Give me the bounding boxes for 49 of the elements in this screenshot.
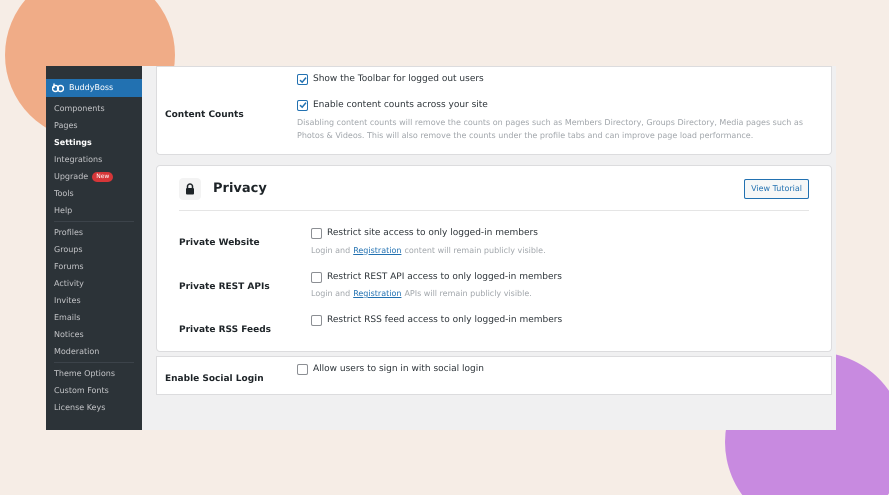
checkbox[interactable] [297, 100, 308, 111]
setting-label: Private REST APIs [179, 282, 270, 292]
registration-link[interactable]: Registration [353, 244, 402, 256]
sidebar-item[interactable]: Settings [54, 136, 92, 148]
note-text: Login and [311, 288, 350, 300]
sidebar-item[interactable]: Theme Options [54, 368, 116, 380]
sidebar-item[interactable]: Help [54, 204, 72, 216]
check-icon [298, 76, 306, 84]
checkbox-label: Restrict REST API access to only logged-in members [327, 270, 562, 284]
setting-label: Content Counts [165, 110, 244, 120]
sidebar-item[interactable]: Pages [54, 120, 78, 132]
view-tutorial-button[interactable]: View Tutorial [744, 179, 809, 199]
checkbox-label: Enable content counts across your site [313, 98, 488, 112]
sidebar-brand[interactable]: BuddyBoss [46, 79, 142, 97]
checkbox-label: Restrict site access to only logged-in members [327, 227, 538, 240]
sidebar-item[interactable]: Emails [54, 312, 80, 324]
sidebar-item[interactable]: Activity [54, 278, 84, 290]
setting-label: Private Website [179, 238, 260, 248]
sidebar-item[interactable]: License Keys [54, 402, 106, 414]
check-icon [298, 101, 306, 110]
setting-label: Private RSS Feeds [179, 325, 272, 335]
sidebar-item[interactable]: Profiles [54, 226, 84, 238]
sidebar-item[interactable]: Tools [54, 188, 74, 200]
checkbox[interactable] [311, 228, 322, 240]
sidebar-item[interactable]: Forums [54, 260, 84, 272]
checkbox[interactable] [311, 272, 322, 283]
note-text: Login and [311, 244, 350, 256]
registration-link[interactable]: Registration [353, 288, 402, 300]
checkbox[interactable] [297, 364, 308, 376]
sidebar-item[interactable]: Custom Fonts [54, 384, 109, 396]
sidebar-item[interactable]: Integrations [54, 154, 102, 166]
sidebar-item[interactable]: Notices [54, 328, 84, 340]
checkbox-label: Allow users to sign in with social login [313, 363, 484, 376]
section-title: Privacy [213, 180, 267, 198]
sidebar-item[interactable]: Components [54, 102, 105, 114]
sidebar-item[interactable]: Invites [54, 294, 81, 306]
sidebar-item[interactable]: Moderation [54, 346, 100, 358]
sidebar-item[interactable]: Upgrade [54, 170, 88, 182]
logo-icon [52, 83, 64, 93]
sidebar-item[interactable]: Groups [54, 244, 83, 256]
note-text: content will remain publicly visible. [404, 244, 546, 256]
lock-icon [179, 178, 201, 200]
checkbox-label: Restrict RSS feed access to only logged-in members [327, 314, 562, 327]
setting-label: Enable Social Login [165, 374, 264, 384]
note-text: APIs will remain publicly visible. [404, 288, 532, 300]
checkbox-label: Show the Toolbar for logged out users [313, 73, 484, 86]
setting-description: Disabling content counts will remove the counts on pages such as Members Directory, Groups Directory, Media pages such as Photos & Videos. This will also remove the counts under the profile tabs and can improve page load performance. [297, 117, 804, 142]
checkbox[interactable] [297, 74, 308, 86]
checkbox[interactable] [311, 315, 322, 326]
